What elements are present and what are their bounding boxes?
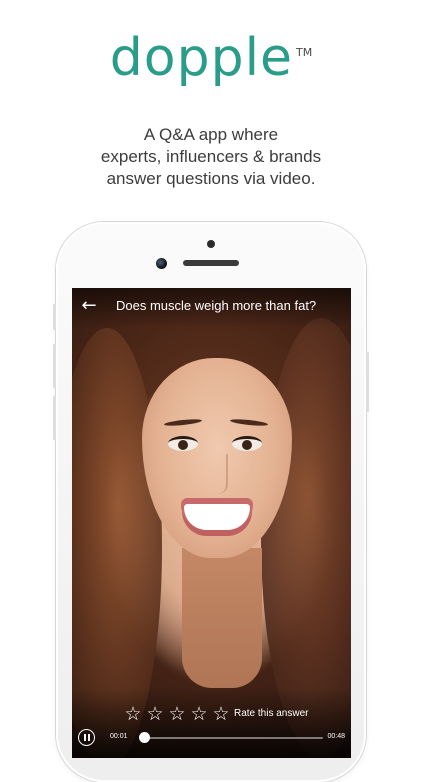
nose	[208, 454, 228, 494]
tagline-line: answer questions via video.	[106, 169, 316, 188]
star-outline-icon[interactable]: ☆	[188, 703, 210, 725]
eye-left	[168, 436, 198, 451]
volume-up-button	[53, 344, 56, 388]
volume-down-button	[53, 396, 56, 440]
star-outline-icon[interactable]: ☆	[144, 703, 166, 725]
back-arrow-icon[interactable]: ←	[78, 295, 100, 317]
question-title: Does muscle weigh more than fat?	[116, 298, 317, 313]
neck	[182, 548, 262, 688]
star-outline-icon[interactable]: ☆	[210, 703, 232, 725]
mute-switch	[53, 304, 56, 330]
proximity-sensor	[207, 240, 215, 248]
phone-frame: ← Does muscle weigh more than fat? ☆ ☆ ☆ ☆ ☆…	[53, 222, 369, 782]
rating-bar: ☆ ☆ ☆ ☆ ☆ Rate this answer	[72, 702, 351, 728]
smile	[184, 504, 250, 530]
star-outline-icon[interactable]: ☆	[166, 703, 188, 725]
eyebrow-right	[229, 418, 269, 427]
pause-icon[interactable]	[78, 729, 95, 746]
star-rating: ☆ ☆ ☆ ☆ ☆	[122, 703, 232, 725]
front-camera	[156, 258, 167, 269]
progress-track[interactable]	[138, 732, 323, 743]
trademark-mark: TM	[296, 46, 313, 59]
eye-right	[232, 436, 262, 451]
video-top-bar: ← Does muscle weigh more than fat?	[72, 288, 351, 324]
tagline: A Q&A app where experts, influencers & b…	[40, 124, 382, 190]
scrubber-handle[interactable]	[138, 732, 150, 743]
rate-answer-label: Rate this answer	[234, 708, 309, 719]
brand-name: dopple	[109, 28, 294, 88]
total-time: 00:48	[327, 733, 345, 740]
power-button	[366, 352, 369, 412]
earpiece-speaker	[183, 260, 239, 266]
video-screen[interactable]: ← Does muscle weigh more than fat? ☆ ☆ ☆ ☆ ☆…	[72, 288, 351, 758]
eyebrow-left	[163, 418, 203, 427]
tagline-line: experts, influencers & brands	[100, 147, 322, 166]
brand-logo: dopple TM	[0, 28, 422, 88]
current-time: 00:01	[110, 733, 128, 740]
star-outline-icon[interactable]: ☆	[122, 703, 144, 725]
tagline-line: A Q&A app where	[143, 125, 279, 144]
player-controls: 00:01 00:48	[72, 728, 351, 758]
